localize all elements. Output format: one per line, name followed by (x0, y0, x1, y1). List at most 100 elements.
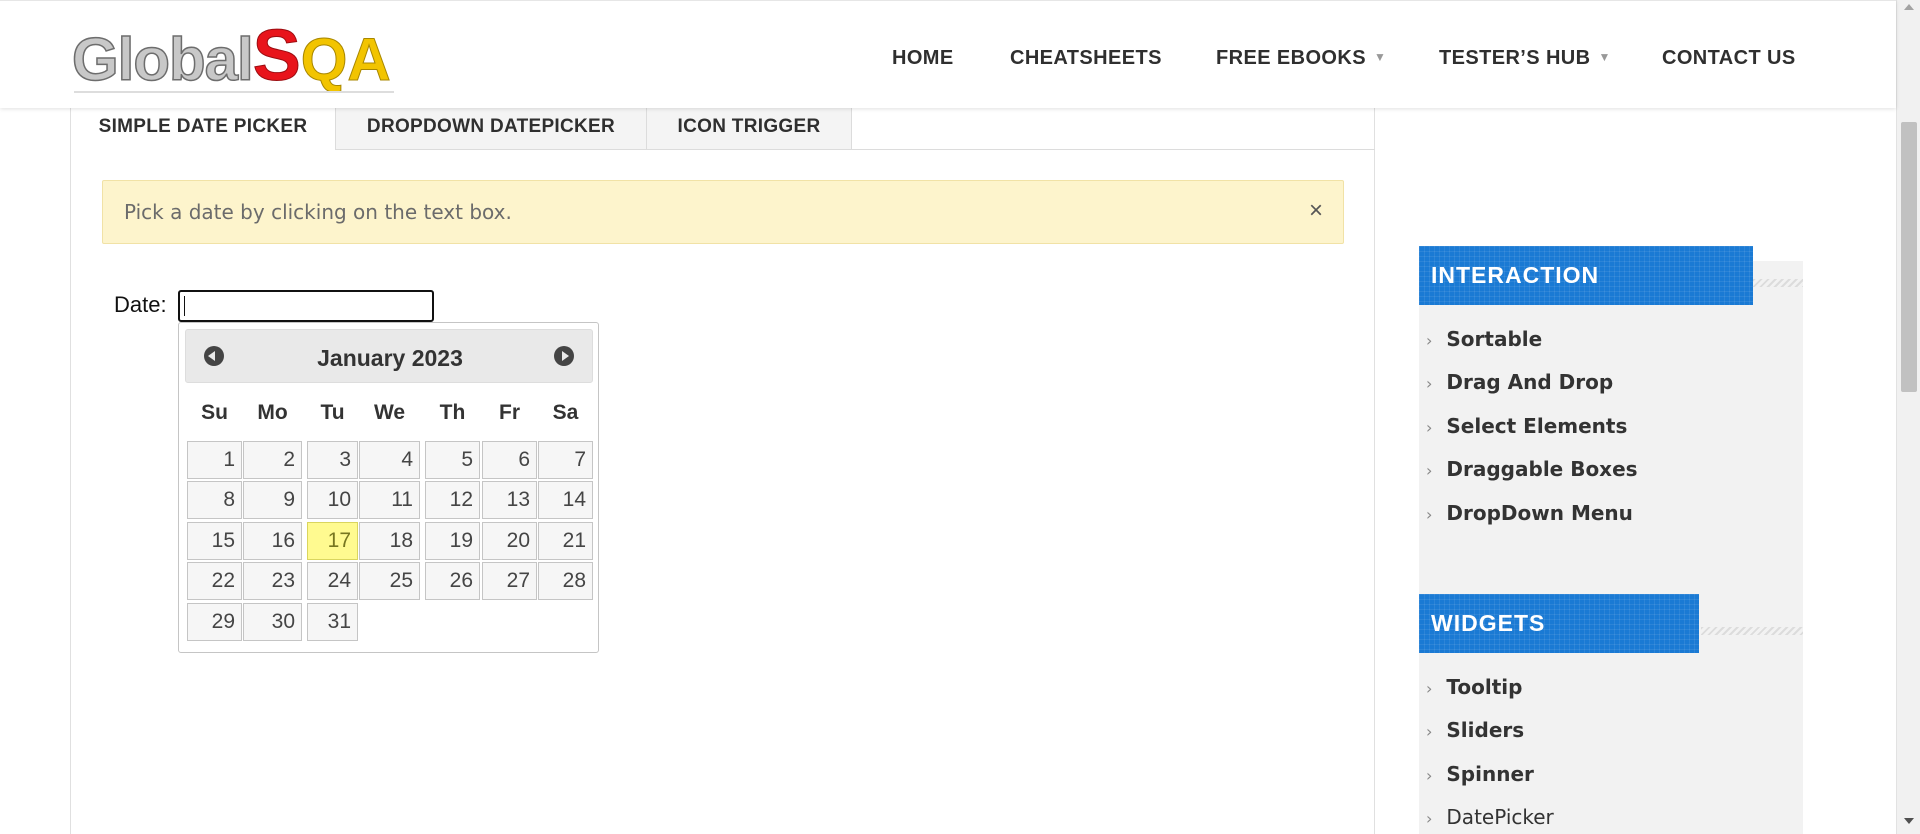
sidebar-item-label: DatePicker (1446, 805, 1554, 829)
weekday-header: Tu (320, 401, 345, 424)
sidebar-heading-widgets: WIDGETS (1419, 594, 1699, 653)
sidebar-item-dropdown-menu[interactable]: › DropDown Menu (1426, 501, 1633, 525)
sidebar-item-sliders[interactable]: › Sliders (1426, 718, 1524, 742)
logo-underline (74, 91, 394, 93)
calendar-day[interactable]: 23 (243, 562, 302, 600)
date-input[interactable] (178, 290, 434, 322)
weekday-header: Su (201, 401, 228, 424)
calendar-day[interactable]: 13 (482, 481, 537, 519)
logo-text-global: Global (71, 25, 254, 94)
sidebar-item-label: Draggable Boxes (1446, 457, 1638, 481)
calendar-day[interactable]: 12 (425, 481, 480, 519)
calendar-day[interactable]: 20 (482, 522, 537, 560)
weekday-header: Th (439, 401, 466, 424)
text-cursor (184, 296, 185, 316)
calendar-day[interactable]: 15 (187, 522, 242, 560)
chevron-right-icon: › (1426, 331, 1433, 350)
calendar-day[interactable]: 4 (359, 441, 420, 479)
nav-testers-hub-label: TESTER’S HUB (1439, 47, 1591, 69)
nav-testers-hub[interactable]: TESTER’S HUB ▼ (1439, 47, 1611, 70)
chevron-down-icon: ▼ (1373, 50, 1387, 64)
calendar-day[interactable]: 26 (425, 562, 480, 600)
calendar-day[interactable]: 14 (538, 481, 593, 519)
sidebar-item-label: Sortable (1446, 327, 1543, 351)
calendar-day[interactable]: 9 (243, 481, 302, 519)
calendar-day[interactable]: 11 (359, 481, 420, 519)
sidebar-heading-interaction: INTERACTION (1419, 246, 1753, 305)
tab-icon-trigger[interactable]: ICON TRIGGER (646, 108, 852, 150)
chevron-right-icon: › (1426, 374, 1433, 393)
calendar-day[interactable]: 6 (482, 441, 537, 479)
chevron-right-icon: › (1426, 461, 1433, 480)
sidebar-item-label: DropDown Menu (1446, 501, 1633, 525)
chevron-right-icon: › (1426, 418, 1433, 437)
tab-simple-date-picker[interactable]: SIMPLE DATE PICKER (71, 108, 335, 150)
calendar-day[interactable]: 21 (538, 522, 593, 560)
sidebar-item-label: Tooltip (1446, 675, 1523, 699)
calendar-day[interactable]: 7 (538, 441, 593, 479)
logo-text-qa: QA (300, 26, 391, 94)
calendar-day[interactable]: 10 (307, 481, 358, 519)
scroll-up-arrow-icon[interactable] (1904, 4, 1914, 10)
calendar-day[interactable]: 16 (243, 522, 302, 560)
chevron-right-icon: › (1426, 766, 1433, 785)
info-alert: Pick a date by clicking on the text box.… (102, 180, 1344, 244)
calendar-day[interactable]: 18 (359, 522, 420, 560)
page-scrollbar[interactable] (1896, 0, 1920, 834)
sidebar-item-select-elements[interactable]: › Select Elements (1426, 414, 1627, 438)
calendar-day[interactable]: 8 (187, 481, 242, 519)
nav-contact-us[interactable]: CONTACT US (1662, 47, 1796, 70)
calendar-day[interactable]: 22 (187, 562, 242, 600)
sidebar-item-datepicker[interactable]: › DatePicker (1426, 805, 1554, 829)
tab-dropdown-datepicker[interactable]: DROPDOWN DATEPICKER (335, 108, 647, 150)
close-icon[interactable]: × (1309, 197, 1323, 225)
calendar-day[interactable]: 27 (482, 562, 537, 600)
chevron-right-icon: › (1426, 505, 1433, 524)
alert-message: Pick a date by clicking on the text box. (124, 200, 512, 224)
calendar-day[interactable]: 29 (187, 603, 242, 641)
calendar-day[interactable]: 30 (243, 603, 302, 641)
weekday-header: Sa (552, 401, 579, 424)
datepicker-month-year: January 2023 (317, 345, 463, 371)
calendar-day[interactable]: 31 (307, 603, 358, 641)
next-month-icon[interactable] (554, 346, 574, 366)
calendar-day[interactable]: 3 (307, 441, 358, 479)
sidebar-item-draggable-boxes[interactable]: › Draggable Boxes (1426, 457, 1638, 481)
scroll-down-arrow-icon[interactable] (1904, 818, 1914, 824)
calendar-day[interactable]: 5 (425, 441, 480, 479)
sidebar-item-spinner[interactable]: › Spinner (1426, 762, 1534, 786)
calendar-day[interactable]: 25 (359, 562, 420, 600)
sidebar-item-label: Spinner (1446, 762, 1534, 786)
sidebar-item-label: Sliders (1446, 718, 1525, 742)
calendar-day[interactable]: 1 (187, 441, 242, 479)
weekday-header: We (373, 401, 406, 424)
calendar-day[interactable]: 17 (307, 522, 358, 560)
chevron-right-icon: › (1426, 809, 1433, 828)
sidebar-item-label: Drag And Drop (1446, 370, 1614, 394)
nav-free-ebooks[interactable]: FREE EBOOKS ▼ (1216, 47, 1386, 70)
calendar-day[interactable]: 24 (307, 562, 358, 600)
chevron-right-icon: › (1426, 679, 1433, 698)
date-label: Date: (114, 292, 167, 317)
sidebar-item-sortable[interactable]: › Sortable (1426, 327, 1542, 351)
calendar-day[interactable]: 2 (243, 441, 302, 479)
calendar-day[interactable]: 19 (425, 522, 480, 560)
sidebar-item-drag-and-drop[interactable]: › Drag And Drop (1426, 370, 1613, 394)
nav-home[interactable]: HOME (892, 47, 954, 70)
logo-text-s: S (252, 16, 301, 97)
globalsqa-logo[interactable]: GlobalSQA (71, 15, 392, 97)
chevron-down-icon: ▼ (1598, 50, 1611, 64)
nav-free-ebooks-label: FREE EBOOKS (1216, 47, 1366, 69)
weekday-header: Mo (257, 401, 288, 424)
sidebar-item-label: Select Elements (1446, 414, 1628, 438)
scrollbar-thumb[interactable] (1901, 122, 1917, 392)
sidebar-item-tooltip[interactable]: › Tooltip (1426, 675, 1522, 699)
heading-stripe-decoration (1701, 627, 1803, 635)
chevron-right-icon: › (1426, 722, 1433, 741)
datepicker-header: January 2023 (185, 329, 593, 383)
site-header: GlobalSQA HOME CHEATSHEETS FREE EBOOKS ▼ … (0, 0, 1896, 108)
heading-stripe-decoration (1753, 279, 1803, 287)
nav-cheatsheets[interactable]: CHEATSHEETS (1010, 47, 1162, 70)
datepicker-calendar: January 2023 Su Mo Tu We Th Fr Sa 1 2 3 4 5 6 7 8 9 10 11… (178, 322, 599, 653)
calendar-day[interactable]: 28 (538, 562, 593, 600)
